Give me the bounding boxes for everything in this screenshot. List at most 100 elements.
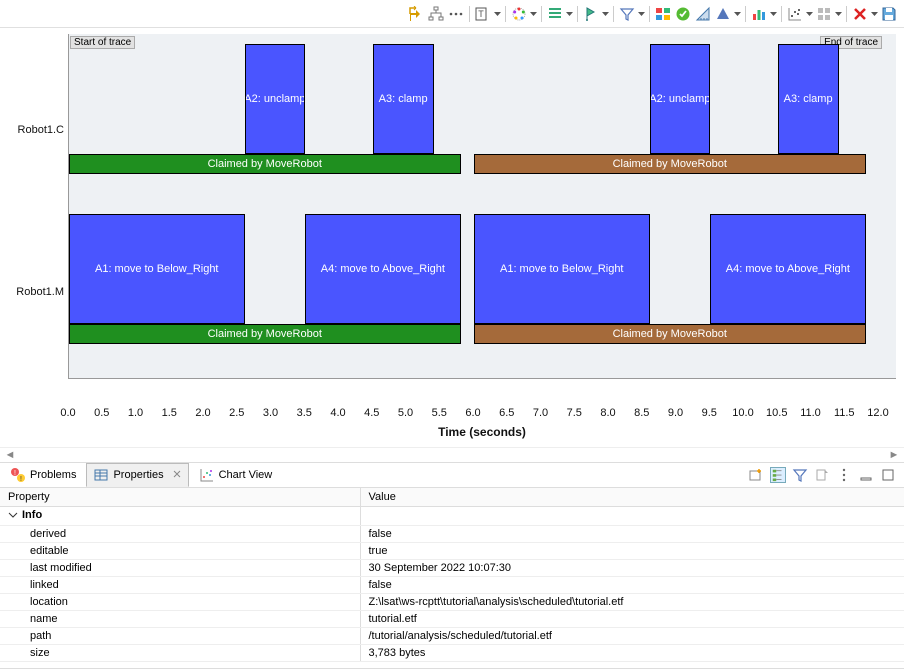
scroll-track[interactable] <box>16 455 888 456</box>
x-tick: 6.0 <box>465 407 480 419</box>
row-label-robot1c: Robot1.C <box>18 124 64 136</box>
bar-chart-dropdown[interactable] <box>770 5 777 23</box>
x-tick: 7.5 <box>567 407 582 419</box>
x-tick: 5.5 <box>432 407 447 419</box>
tab-chart-view-label: Chart View <box>219 469 273 481</box>
tab-problems-label: Problems <box>30 469 76 481</box>
property-value: tutorial.etf <box>360 611 904 628</box>
minimize-icon[interactable] <box>858 467 874 483</box>
scroll-left-icon[interactable]: ◄ <box>4 449 16 461</box>
event-block[interactable]: A2: unclamp <box>650 44 711 154</box>
x-tick: 12.0 <box>867 407 888 419</box>
event-block[interactable]: A3: clamp <box>373 44 434 154</box>
list-lines-dropdown[interactable] <box>566 5 573 23</box>
property-key: linked <box>0 577 360 594</box>
x-tick: 9.0 <box>668 407 683 419</box>
tab-properties-label: Properties <box>113 469 163 481</box>
property-row[interactable]: size3,783 bytes <box>0 645 904 662</box>
color-picker-dropdown[interactable] <box>530 5 537 23</box>
event-block[interactable]: A2: unclamp <box>245 44 306 154</box>
triangle-ruler-icon[interactable] <box>694 5 712 23</box>
property-value: 30 September 2022 10:07:30 <box>360 560 904 577</box>
close-x-icon[interactable] <box>851 5 869 23</box>
property-row[interactable]: path/tutorial/analysis/scheduled/tutoria… <box>0 628 904 645</box>
filter-dropdown[interactable] <box>638 5 645 23</box>
palette-icon[interactable] <box>654 5 672 23</box>
property-value: false <box>360 577 904 594</box>
text-mode-icon[interactable]: T <box>474 5 492 23</box>
event-block[interactable]: A1: move to Below_Right <box>474 214 650 324</box>
property-key: name <box>0 611 360 628</box>
tab-problems[interactable]: !! Problems <box>4 464 82 486</box>
toolbar-separator <box>846 6 847 22</box>
pin-flag-dropdown[interactable] <box>602 5 609 23</box>
new-view-icon[interactable] <box>748 467 764 483</box>
grid-2x2-icon[interactable] <box>815 5 833 23</box>
property-row[interactable]: editabletrue <box>0 543 904 560</box>
claim-bar[interactable]: Claimed by MoveRobot <box>69 154 461 174</box>
event-block[interactable]: A3: clamp <box>778 44 839 154</box>
property-row[interactable]: nametutorial.etf <box>0 611 904 628</box>
gantt-plot-area[interactable]: Start of trace End of trace Claimed by M… <box>68 34 896 379</box>
scroll-right-icon[interactable]: ► <box>888 449 900 461</box>
grid-dropdown[interactable] <box>835 5 842 23</box>
problems-icon: !! <box>10 467 26 483</box>
property-row[interactable]: linkedfalse <box>0 577 904 594</box>
triangle-dropdown[interactable] <box>734 5 741 23</box>
x-tick: 8.0 <box>600 407 615 419</box>
property-key: last modified <box>0 560 360 577</box>
x-tick: 11.5 <box>834 407 855 419</box>
scatter-icon[interactable] <box>786 5 804 23</box>
properties-panel: Property Value Infoderivedfalseeditablet… <box>0 488 904 668</box>
property-key: location <box>0 594 360 611</box>
pin-flag-icon[interactable] <box>582 5 600 23</box>
checkmark-icon[interactable] <box>674 5 692 23</box>
toolbar-separator <box>577 6 578 22</box>
group-row[interactable]: Info <box>0 507 360 526</box>
list-lines-icon[interactable] <box>546 5 564 23</box>
property-row[interactable]: locationZ:\lsat\ws-rcptt\tutorial\analys… <box>0 594 904 611</box>
view-menu-icon[interactable] <box>836 467 852 483</box>
x-tick: 7.0 <box>533 407 548 419</box>
event-block[interactable]: A1: move to Below_Right <box>69 214 245 324</box>
chart-view-icon <box>199 467 215 483</box>
x-tick: 4.0 <box>330 407 345 419</box>
toolbar-separator <box>469 6 470 22</box>
triangle-icon[interactable] <box>714 5 732 23</box>
pin-view-icon[interactable] <box>814 467 830 483</box>
toolbar-separator <box>781 6 782 22</box>
filter-icon[interactable] <box>618 5 636 23</box>
dots-horizontal-icon[interactable] <box>447 5 465 23</box>
claim-bar[interactable]: Claimed by MoveRobot <box>474 324 866 344</box>
property-key: path <box>0 628 360 645</box>
event-block[interactable]: A4: move to Above_Right <box>305 214 460 324</box>
hierarchy-icon[interactable] <box>427 5 445 23</box>
claim-bar[interactable]: Claimed by MoveRobot <box>474 154 866 174</box>
event-block[interactable]: A4: move to Above_Right <box>710 214 865 324</box>
color-picker-icon[interactable] <box>510 5 528 23</box>
toolbar-separator <box>745 6 746 22</box>
save-icon[interactable] <box>880 5 898 23</box>
property-row[interactable]: last modified30 September 2022 10:07:30 <box>0 560 904 577</box>
toggle-tree-icon[interactable] <box>407 5 425 23</box>
property-row[interactable]: derivedfalse <box>0 526 904 543</box>
claim-bar[interactable]: Claimed by MoveRobot <box>69 324 461 344</box>
property-value: false <box>360 526 904 543</box>
maximize-icon[interactable] <box>880 467 896 483</box>
bar-chart-small-icon[interactable] <box>750 5 768 23</box>
x-tick: 3.5 <box>297 407 312 419</box>
x-tick: 2.5 <box>229 407 244 419</box>
filter-view-icon[interactable] <box>792 467 808 483</box>
gantt-chart: Robot1.C Robot1.M Start of trace End of … <box>0 28 904 448</box>
close-dropdown[interactable] <box>871 5 878 23</box>
x-tick: 1.0 <box>128 407 143 419</box>
horizontal-scrollbar[interactable]: ◄ ► <box>0 448 904 462</box>
scatter-dropdown[interactable] <box>806 5 813 23</box>
column-header-property[interactable]: Property <box>0 488 360 507</box>
view-tab-actions <box>748 467 900 483</box>
column-header-value[interactable]: Value <box>360 488 904 507</box>
tab-chart-view[interactable]: Chart View <box>193 464 279 486</box>
text-mode-dropdown[interactable] <box>494 5 501 23</box>
tree-view-icon[interactable] <box>770 467 786 483</box>
tab-properties[interactable]: Properties <box>86 463 188 487</box>
